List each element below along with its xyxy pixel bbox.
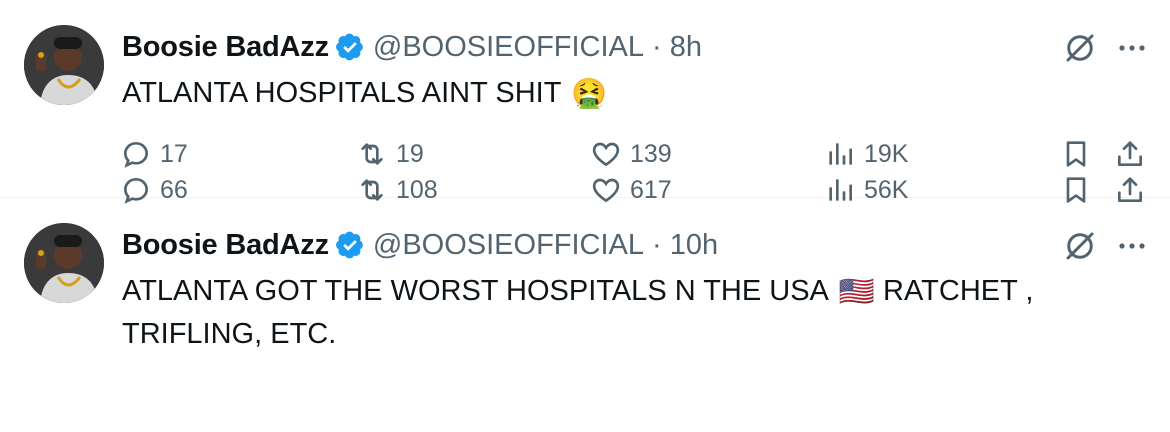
- share-icon: [1114, 174, 1146, 206]
- grok-icon[interactable]: [1062, 228, 1098, 264]
- timestamp[interactable]: 10h: [670, 229, 718, 262]
- timestamp[interactable]: 8h: [670, 31, 702, 64]
- author-handle[interactable]: @BOOSIEOFFICIAL: [373, 229, 644, 262]
- action-bar: 66 108 617 56K: [110, 170, 1150, 210]
- tweet[interactable]: Boosie BadAzz @BOOSIEOFFICIAL · 8h ATLAN…: [0, 0, 1170, 198]
- like-button[interactable]: 139: [590, 138, 672, 170]
- emoji: 🤮: [571, 78, 608, 111]
- tweet-text: ATLANTA GOT THE WORST HOSPITALS N THE US…: [122, 270, 1082, 355]
- more-icon[interactable]: [1114, 30, 1150, 66]
- reply-icon: [120, 138, 152, 170]
- reply-button[interactable]: 66: [120, 174, 188, 206]
- retweet-count: 19: [396, 139, 424, 168]
- verified-badge-icon[interactable]: [335, 32, 365, 62]
- verified-badge-icon[interactable]: [335, 230, 365, 260]
- share-icon: [1114, 138, 1146, 170]
- retweet-icon: [356, 174, 388, 206]
- like-count: 617: [630, 175, 672, 204]
- flag-emoji: 🇺🇸: [838, 276, 875, 309]
- like-icon: [590, 138, 622, 170]
- retweet-icon: [356, 138, 388, 170]
- author-name[interactable]: Boosie BadAzz: [122, 229, 329, 262]
- like-count: 139: [630, 139, 672, 168]
- views-icon: [824, 138, 856, 170]
- share-button[interactable]: [1114, 138, 1146, 170]
- retweet-count: 108: [396, 175, 438, 204]
- separator-dot: ·: [652, 228, 662, 261]
- tweet-text-line2: TRIFLING, ETC.: [122, 318, 337, 351]
- tweet-header: Boosie BadAzz @BOOSIEOFFICIAL · 8h: [122, 27, 702, 67]
- views-button[interactable]: 19K: [824, 138, 908, 170]
- reply-button[interactable]: 17: [120, 138, 188, 170]
- bookmark-button[interactable]: [1060, 138, 1092, 170]
- tweet-text-line1: ATLANTA GOT THE WORST HOSPITALS N THE US…: [122, 275, 829, 307]
- author-name[interactable]: Boosie BadAzz: [122, 31, 329, 64]
- tweet-text-line1-after: RATCHET ,: [883, 275, 1034, 307]
- views-count: 19K: [864, 139, 909, 168]
- tweet-text: ATLANTA HOSPITALS AINT SHIT 🤮: [122, 72, 1082, 115]
- bookmark-icon: [1060, 174, 1092, 206]
- reply-count: 17: [160, 139, 188, 168]
- reply-count: 66: [160, 175, 188, 204]
- grok-icon[interactable]: [1062, 30, 1098, 66]
- tweet[interactable]: Boosie BadAzz @BOOSIEOFFICIAL · 10h ATLA…: [0, 176, 1170, 432]
- avatar[interactable]: [24, 25, 104, 105]
- reply-icon: [120, 174, 152, 206]
- author-handle[interactable]: @BOOSIEOFFICIAL: [373, 31, 644, 64]
- bookmark-button[interactable]: [1060, 174, 1092, 206]
- retweet-button[interactable]: 19: [356, 138, 424, 170]
- tweet-text-content: ATLANTA HOSPITALS AINT SHIT: [122, 77, 562, 109]
- like-button[interactable]: 617: [590, 174, 672, 206]
- tweet-header: Boosie BadAzz @BOOSIEOFFICIAL · 10h: [122, 225, 718, 265]
- views-icon: [824, 174, 856, 206]
- bookmark-icon: [1060, 138, 1092, 170]
- action-bar: 17 19 139 19K: [110, 134, 1150, 174]
- views-count: 56K: [864, 175, 909, 204]
- retweet-button[interactable]: 108: [356, 174, 438, 206]
- avatar[interactable]: [24, 223, 104, 303]
- share-button[interactable]: [1114, 174, 1146, 206]
- views-button[interactable]: 56K: [824, 174, 908, 206]
- like-icon: [590, 174, 622, 206]
- more-icon[interactable]: [1114, 228, 1150, 264]
- separator-dot: ·: [652, 30, 662, 63]
